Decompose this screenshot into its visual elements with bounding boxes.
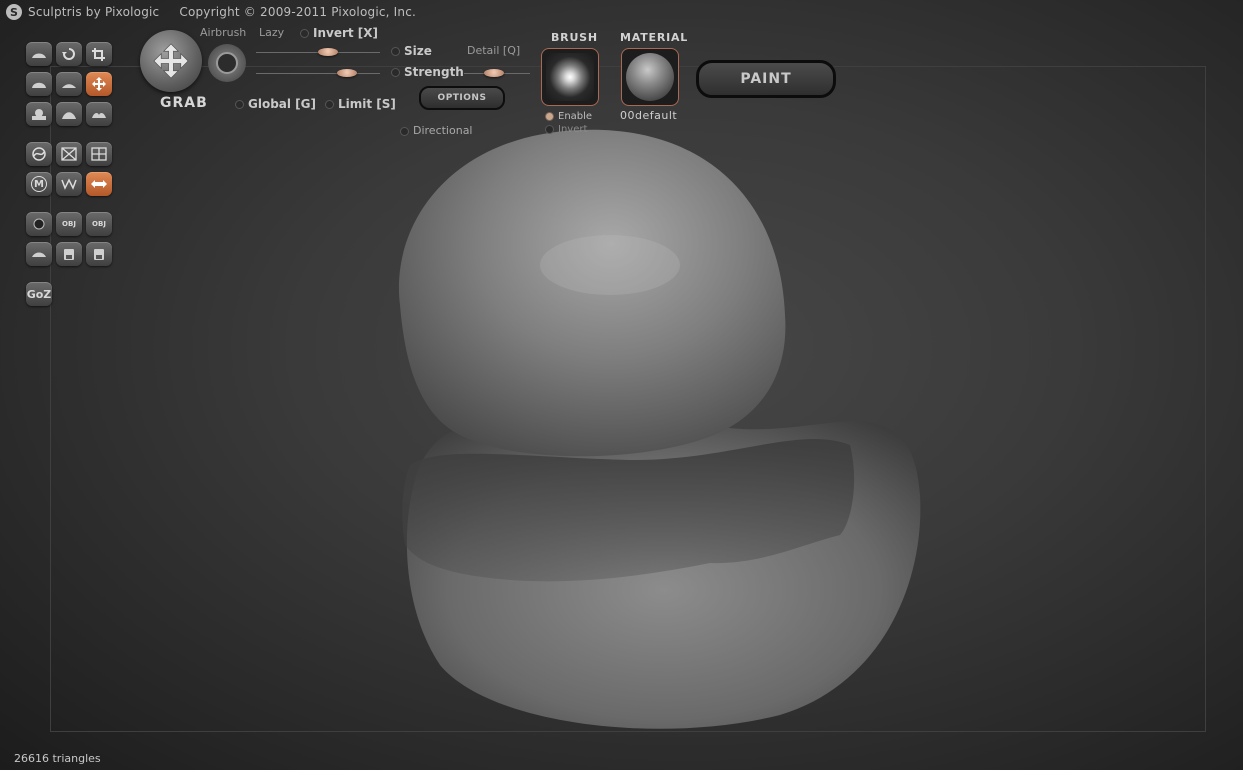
airbrush-ring-icon [216, 52, 238, 74]
save-button[interactable] [86, 242, 112, 266]
brush-enable-label: Enable [558, 111, 593, 122]
open-icon [64, 249, 74, 260]
import-obj-button[interactable]: OBJ [56, 212, 82, 236]
strength-label: Strength [404, 65, 464, 79]
symmetry-button[interactable] [26, 142, 52, 166]
new-sphere-button[interactable] [26, 212, 52, 236]
detail-label: Detail [Q] [467, 44, 521, 57]
export-obj-button[interactable]: OBJ [86, 212, 112, 236]
options-button[interactable]: OPTIONS [419, 86, 505, 110]
pinch-icon [32, 109, 46, 120]
airbrush-toggle[interactable] [208, 44, 246, 82]
material-sphere-icon [626, 53, 674, 101]
brush-invert-radio-icon [545, 124, 554, 134]
paint-mode-button[interactable]: PAINT [696, 60, 836, 98]
grid-button[interactable] [86, 142, 112, 166]
title-bar: S Sculptris by Pixologic Copyright © 200… [6, 2, 416, 22]
grab-icon [92, 77, 106, 91]
smooth-brush-button[interactable] [56, 102, 82, 126]
brush-enable-toggle[interactable]: Enable [545, 111, 592, 122]
directional-radio-icon [400, 126, 409, 136]
swap-arrows-icon [91, 180, 107, 188]
draw-icon [32, 53, 46, 58]
limit-toggle[interactable]: Limit [S] [325, 97, 396, 111]
inflate-icon [32, 82, 46, 88]
swap-button[interactable] [86, 172, 112, 196]
invert-label: Invert [X] [313, 26, 379, 40]
crease-brush-button[interactable] [86, 102, 112, 126]
detail-slider-knob[interactable] [484, 69, 504, 77]
flatten-icon [62, 84, 76, 88]
triangle-count: 26616 triangles [14, 752, 101, 765]
open-button[interactable] [56, 242, 82, 266]
material-section-title: MATERIAL [620, 31, 689, 44]
global-toggle[interactable]: Global [G] [235, 97, 316, 111]
brush-alpha-swatch[interactable] [541, 48, 599, 106]
grab-brush-button[interactable] [86, 72, 112, 96]
material-mode-button[interactable]: M [26, 172, 52, 196]
strength-slider-knob[interactable] [337, 69, 357, 77]
flatten-brush-button[interactable] [56, 72, 82, 96]
draw-brush-button[interactable] [26, 42, 52, 66]
grab-arrows-icon [153, 43, 189, 79]
strength-slider[interactable]: Strength [391, 65, 464, 79]
global-radio-icon [235, 100, 244, 109]
size-slider[interactable]: Size [391, 44, 432, 58]
directional-toggle[interactable]: Directional [400, 124, 473, 137]
strength-radio-icon [391, 68, 400, 77]
brush-invert-toggle[interactable]: Invert [545, 124, 587, 135]
sphere-icon [33, 218, 45, 230]
limit-label: Limit [S] [338, 97, 396, 111]
enable-radio-icon [545, 111, 554, 121]
crop-icon [92, 48, 105, 61]
export-obj-icon: OBJ [92, 220, 106, 228]
rotate-icon [62, 48, 75, 60]
sculpt-model[interactable] [380, 125, 940, 735]
crease-icon [92, 113, 106, 118]
goz-button[interactable]: GoZ [26, 282, 52, 306]
grid-icon [91, 147, 107, 161]
directional-label: Directional [413, 124, 473, 137]
current-tool-label: GRAB [160, 95, 208, 111]
size-radio-icon [391, 47, 400, 56]
size-label: Size [404, 44, 432, 58]
brush-invert-label: Invert [558, 124, 588, 135]
sculptris-logo-icon: S [6, 4, 22, 20]
wireframe-icon [61, 147, 77, 161]
strength-slider-track[interactable] [256, 73, 380, 74]
wireframe-button[interactable] [56, 142, 82, 166]
brush-falloff-icon [546, 53, 594, 101]
material-name: 00default [620, 109, 678, 122]
limit-radio-icon [325, 100, 334, 109]
brush-section-title: BRUSH [551, 31, 598, 44]
subdivide-icon [61, 178, 77, 190]
inflate-brush-button[interactable] [26, 72, 52, 96]
copyright-text: Copyright © 2009-2011 Pixologic, Inc. [179, 5, 417, 19]
app-title: Sculptris by Pixologic [28, 5, 160, 19]
rotate-button[interactable] [56, 42, 82, 66]
symmetry-icon [32, 147, 46, 161]
current-tool-icon[interactable] [140, 30, 202, 92]
material-swatch[interactable] [621, 48, 679, 106]
smooth-icon [62, 112, 76, 119]
size-slider-knob[interactable] [318, 48, 338, 56]
pinch-brush-button[interactable] [26, 102, 52, 126]
new-plane-button[interactable] [26, 242, 52, 266]
global-label: Global [G] [248, 97, 317, 111]
plane-icon [32, 252, 46, 257]
goz-label: GoZ [26, 287, 52, 301]
invert-toggle[interactable]: Invert [X] [300, 26, 378, 40]
airbrush-label: Airbrush [200, 26, 247, 39]
subdivide-button[interactable] [56, 172, 82, 196]
import-obj-icon: OBJ [62, 220, 76, 228]
crop-button[interactable] [86, 42, 112, 66]
save-icon [94, 249, 104, 260]
m-icon: M [31, 176, 47, 192]
invert-radio-icon [300, 29, 309, 38]
lazy-label: Lazy [259, 26, 285, 39]
